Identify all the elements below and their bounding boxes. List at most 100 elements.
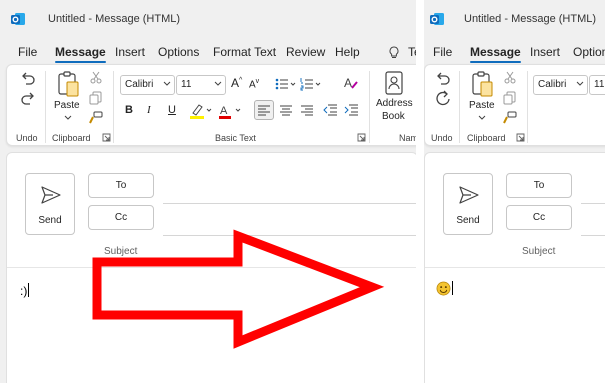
menu-file[interactable]: File bbox=[433, 45, 452, 59]
format-painter-icon[interactable] bbox=[503, 111, 517, 125]
clear-format-icon[interactable]: A bbox=[343, 75, 359, 91]
title-bar: Untitled - Message (HTML) bbox=[0, 0, 416, 38]
copy-icon[interactable] bbox=[89, 91, 103, 105]
menu-options[interactable]: Options bbox=[158, 45, 199, 59]
format-painter-icon[interactable] bbox=[89, 111, 103, 125]
undo-button[interactable] bbox=[434, 69, 452, 87]
message-body[interactable]: :) bbox=[20, 283, 30, 298]
address-book-label-line1[interactable]: Address bbox=[376, 98, 413, 109]
launcher-icon[interactable] bbox=[516, 133, 525, 142]
bullets-icon[interactable] bbox=[275, 77, 297, 91]
paste-button[interactable] bbox=[55, 69, 81, 99]
font-size-combo[interactable]: 11 bbox=[589, 75, 605, 95]
cut-icon[interactable] bbox=[503, 71, 517, 85]
font-size-value: 11 bbox=[181, 79, 192, 90]
redo-button[interactable] bbox=[19, 89, 37, 107]
group-label-undo: Undo bbox=[431, 133, 453, 143]
chevron-down-icon[interactable] bbox=[478, 115, 486, 120]
font-size-combo[interactable]: 11 bbox=[176, 75, 226, 95]
cc-button[interactable]: Cc bbox=[88, 205, 154, 230]
align-center-icon[interactable] bbox=[280, 105, 292, 116]
right-outlook-window: Untitled - Message (HTML) File Message I… bbox=[424, 0, 605, 383]
title-bar: Untitled - Message (HTML) bbox=[424, 0, 605, 38]
paste-button[interactable] bbox=[469, 69, 495, 99]
svg-text:A: A bbox=[220, 105, 228, 117]
window-divider bbox=[416, 0, 424, 383]
decrease-indent-icon[interactable] bbox=[323, 104, 337, 116]
menu-insert[interactable]: Insert bbox=[115, 45, 145, 59]
message-body[interactable] bbox=[436, 281, 453, 296]
font-name-value: Calibri bbox=[538, 79, 567, 90]
subject-label[interactable]: Subject bbox=[104, 246, 137, 257]
copy-icon[interactable] bbox=[503, 91, 517, 105]
group-label-basic-text: Basic Text bbox=[215, 133, 256, 143]
group-separator bbox=[527, 71, 528, 143]
highlight-icon[interactable] bbox=[189, 103, 213, 119]
menu-file[interactable]: File bbox=[18, 45, 37, 59]
italic-button[interactable]: I bbox=[147, 104, 151, 116]
menu-insert[interactable]: Insert bbox=[530, 45, 560, 59]
menu-bar: File Message Insert Options Format Text … bbox=[0, 40, 416, 64]
svg-text:A: A bbox=[344, 76, 352, 90]
smiley-emoji-icon bbox=[436, 281, 451, 296]
paste-icon bbox=[58, 71, 79, 97]
redo-button[interactable] bbox=[434, 89, 452, 107]
redo-icon bbox=[436, 90, 450, 106]
to-button[interactable]: To bbox=[88, 173, 154, 198]
chevron-down-icon[interactable] bbox=[64, 115, 72, 120]
window-title: Untitled - Message (HTML) bbox=[48, 13, 181, 25]
cc-button[interactable]: Cc bbox=[506, 205, 572, 230]
group-separator bbox=[45, 71, 46, 143]
send-label: Send bbox=[456, 215, 480, 226]
window-title: Untitled - Message (HTML) bbox=[464, 13, 597, 25]
align-right-icon[interactable] bbox=[301, 105, 313, 116]
send-button[interactable]: Send bbox=[443, 173, 493, 235]
shrink-font-icon[interactable]: Av bbox=[249, 78, 259, 90]
subject-field-line bbox=[7, 267, 416, 268]
paste-icon bbox=[472, 71, 493, 97]
menu-review[interactable]: Review bbox=[286, 45, 325, 59]
font-name-combo[interactable]: Calibri bbox=[533, 75, 588, 95]
to-field-line[interactable] bbox=[581, 203, 605, 204]
chevron-down-icon bbox=[214, 81, 222, 86]
chevron-down-icon bbox=[576, 81, 584, 86]
menu-format-text[interactable]: Format Text bbox=[213, 45, 276, 59]
menu-bar: File Message Insert Option bbox=[424, 40, 605, 64]
address-book-icon[interactable] bbox=[385, 71, 403, 95]
menu-message[interactable]: Message bbox=[55, 45, 106, 63]
menu-help[interactable]: Help bbox=[335, 45, 360, 59]
outlook-icon bbox=[430, 13, 444, 25]
underline-button[interactable]: U bbox=[168, 104, 176, 116]
cut-icon[interactable] bbox=[89, 71, 103, 85]
menu-options[interactable]: Option bbox=[573, 45, 605, 59]
bold-button[interactable]: B bbox=[125, 104, 133, 116]
launcher-icon[interactable] bbox=[102, 133, 111, 142]
text-cursor bbox=[452, 281, 453, 295]
to-button[interactable]: To bbox=[506, 173, 572, 198]
address-book-label-line2[interactable]: Book bbox=[382, 111, 405, 122]
font-color-icon[interactable]: A bbox=[218, 103, 242, 119]
cc-field-line[interactable] bbox=[581, 235, 605, 236]
launcher-icon[interactable] bbox=[357, 133, 366, 142]
font-name-combo[interactable]: Calibri bbox=[120, 75, 175, 95]
text-cursor bbox=[28, 283, 30, 297]
numbering-icon[interactable] bbox=[300, 77, 322, 91]
group-label-clipboard: Clipboard bbox=[467, 133, 506, 143]
paste-label: Paste bbox=[54, 100, 80, 111]
subject-label[interactable]: Subject bbox=[522, 246, 555, 257]
subject-field-line bbox=[425, 267, 605, 268]
chevron-down-icon bbox=[163, 81, 171, 86]
undo-button[interactable] bbox=[19, 69, 37, 87]
to-field-line[interactable] bbox=[163, 203, 416, 204]
menu-tell-me[interactable]: Te bbox=[408, 45, 416, 59]
send-button[interactable]: Send bbox=[25, 173, 75, 235]
redo-icon bbox=[21, 92, 34, 105]
undo-icon bbox=[22, 72, 35, 85]
grow-font-icon[interactable]: A^ bbox=[231, 76, 242, 90]
increase-indent-icon[interactable] bbox=[344, 104, 358, 116]
cc-field-line[interactable] bbox=[163, 235, 416, 236]
menu-message[interactable]: Message bbox=[470, 45, 521, 63]
lightbulb-icon[interactable] bbox=[388, 46, 400, 59]
send-icon bbox=[459, 186, 479, 204]
send-icon bbox=[41, 186, 61, 204]
